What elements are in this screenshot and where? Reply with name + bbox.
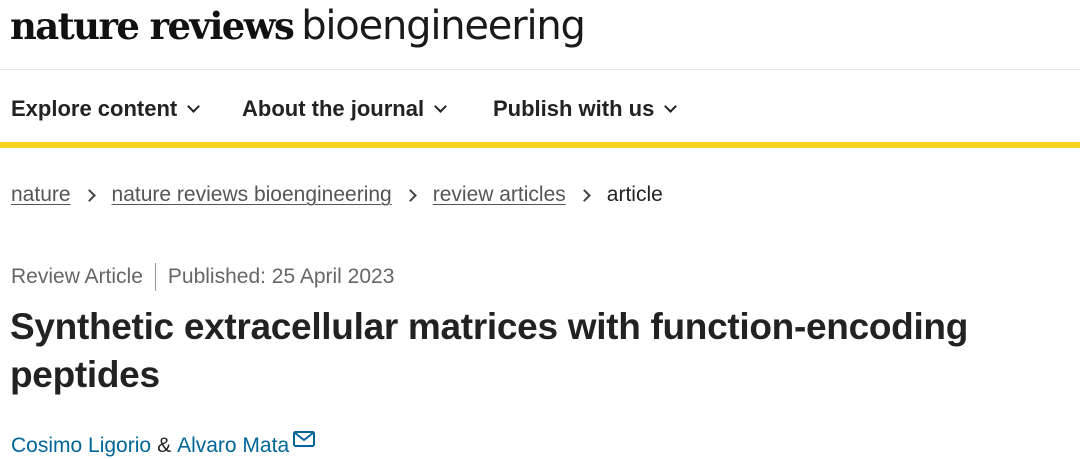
breadcrumb-current: article [606,183,663,206]
chevron-down-icon [187,99,201,113]
logo-brand-text: nature reviews [10,4,295,48]
chevron-down-icon [664,99,678,113]
publish-date: Published: 25 April 2023 [167,265,395,288]
journal-logo[interactable]: nature reviews bioengineering [10,3,586,49]
nav-about-journal[interactable]: About the journal [242,96,447,122]
breadcrumb-journal[interactable]: nature reviews bioengineering [112,183,392,207]
author-list: Cosimo Ligorio & Alvaro Mata [11,431,316,458]
nav-item-label: Publish with us [493,96,655,121]
breadcrumb-review-articles[interactable]: review articles [433,183,566,207]
chevron-right-icon [577,188,591,202]
author-link[interactable]: Cosimo Ligorio [11,434,151,458]
breadcrumb: nature nature reviews bioengineering rev… [11,183,663,207]
chevron-right-icon [82,188,96,202]
nav-explore-content[interactable]: Explore content [11,96,201,122]
logo-journal-text: bioengineering [301,3,586,49]
author-separator: & [157,434,172,457]
meta-divider [154,263,156,291]
chevron-right-icon [403,188,417,202]
breadcrumb-nature[interactable]: nature [11,183,71,207]
article-type: Review Article [11,265,143,288]
article-meta: Review Article Published: 25 April 2023 [11,263,394,291]
mail-icon[interactable] [293,429,316,453]
nav-publish-with-us[interactable]: Publish with us [493,96,678,122]
main-nav: Explore content About the journal Publis… [0,70,1080,148]
article-title: Synthetic extracellular matrices with fu… [10,306,969,395]
nav-item-label: Explore content [11,96,178,121]
site-header: nature reviews bioengineering [0,0,1080,70]
author-link[interactable]: Alvaro Mata [177,434,289,458]
chevron-down-icon [434,99,447,113]
nav-item-label: About the journal [242,96,425,121]
